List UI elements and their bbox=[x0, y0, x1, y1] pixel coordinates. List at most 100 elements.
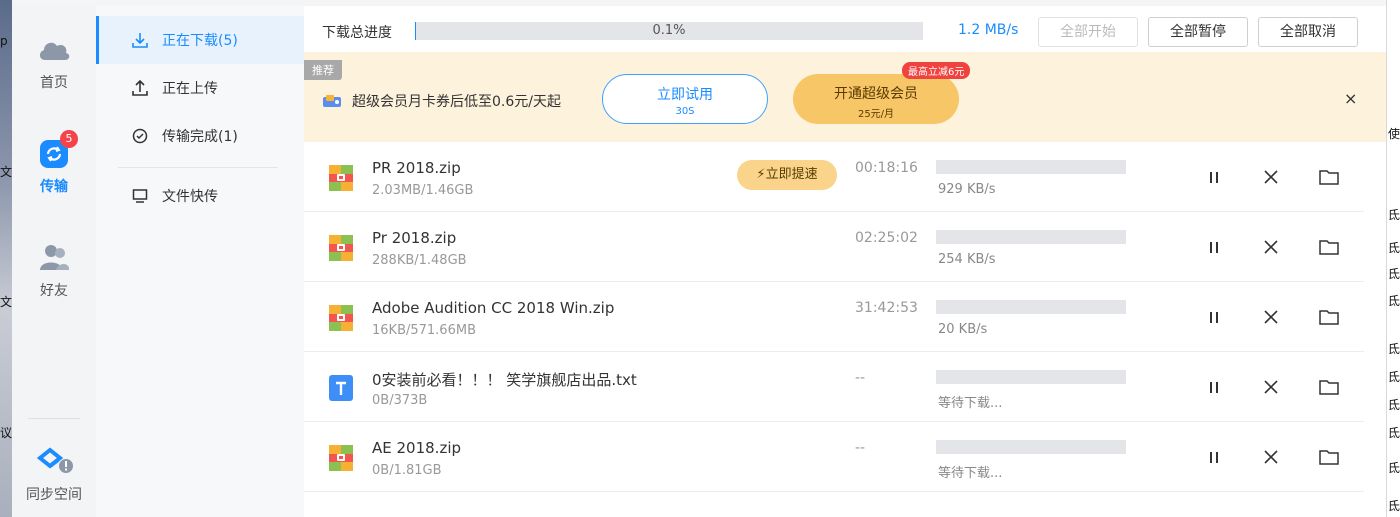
sync-space-icon bbox=[36, 446, 73, 478]
file-name: 0安装前必看！！！ 笑学旗舰店出品.txt bbox=[372, 371, 637, 389]
download-rate: 254 KB/s bbox=[938, 252, 996, 267]
zip-icon bbox=[328, 304, 354, 332]
subnav-downloading-label: 正在下载(5) bbox=[162, 33, 238, 49]
start-all-button[interactable]: 全部开始 bbox=[1038, 17, 1138, 47]
folder-icon[interactable] bbox=[1318, 236, 1340, 258]
row-progress-track bbox=[936, 440, 1126, 454]
nav-transfer[interactable]: 5 传输 bbox=[12, 130, 96, 196]
download-content: 下载总进度 0.1% 1.2 MB/s 全部开始 全部暂停 全部取消 推荐 超级… bbox=[304, 6, 1386, 517]
pause-icon[interactable] bbox=[1203, 236, 1225, 258]
promo-text: 超级会员月卡券后低至0.6元/天起 bbox=[352, 94, 561, 110]
boost-button[interactable]: ⚡立即提速 bbox=[737, 160, 837, 190]
coupon-icon bbox=[323, 95, 341, 107]
desktop-right-glyph-1: 氐 bbox=[1388, 208, 1400, 222]
cloud-icon bbox=[36, 34, 72, 66]
overall-progress-text: 0.1% bbox=[652, 23, 686, 38]
file-size: 288KB/1.48GB bbox=[372, 253, 467, 268]
row-progress-track bbox=[936, 230, 1126, 244]
vip-label: 开通超级会员 bbox=[834, 86, 918, 102]
main-nav: 首页 5 传输 好友 同步空间 bbox=[12, 6, 96, 517]
zip-icon bbox=[328, 234, 354, 262]
overall-progress-track: 0.1% bbox=[415, 22, 923, 40]
lightning-icon: ⚡ bbox=[756, 167, 766, 182]
overall-progress-bar: 下载总进度 0.1% 1.2 MB/s 全部开始 全部暂停 全部取消 bbox=[304, 6, 1386, 52]
boost-label: 立即提速 bbox=[765, 167, 818, 182]
time-remaining: 02:25:02 bbox=[855, 230, 918, 246]
desktop-right-glyph-10: 氐 bbox=[1388, 499, 1400, 513]
transfer-badge: 5 bbox=[60, 130, 78, 148]
download-row[interactable]: AE 2018.zip 0B/1.81GB -- 等待下载... bbox=[304, 422, 1364, 492]
desktop-right-glyph-6: 氐 bbox=[1388, 370, 1400, 384]
file-size: 2.03MB/1.46GB bbox=[372, 183, 474, 198]
pause-all-button[interactable]: 全部暂停 bbox=[1148, 17, 1248, 47]
download-rate: 等待下载... bbox=[938, 396, 1003, 411]
nav-friends-label: 好友 bbox=[40, 283, 68, 299]
trial-sub: 30S bbox=[675, 106, 695, 117]
row-progress-track bbox=[936, 370, 1126, 384]
download-rate: 20 KB/s bbox=[938, 322, 988, 337]
desktop-left-edge: p文文议 bbox=[0, 0, 12, 517]
pause-icon[interactable] bbox=[1203, 446, 1225, 468]
close-icon[interactable] bbox=[1260, 306, 1282, 328]
pause-icon[interactable] bbox=[1203, 166, 1225, 188]
download-row[interactable]: Adobe Audition CC 2018 Win.zip 16KB/571.6… bbox=[304, 282, 1364, 352]
file-size: 16KB/571.66MB bbox=[372, 323, 476, 338]
nav-transfer-label: 传输 bbox=[40, 179, 68, 195]
promo-text-wrap: 超级会员月卡券后低至0.6元/天起 bbox=[322, 91, 561, 111]
desktop-left-glyph-0: p bbox=[0, 34, 8, 48]
vip-sub: 25元/月 bbox=[857, 109, 895, 120]
desktop-right-edge: 使氐氐氐氐氐氐氐氐氐氐 bbox=[1386, 0, 1400, 517]
download-row[interactable]: Pr 2018.zip 288KB/1.48GB 02:25:02 254 KB/s bbox=[304, 212, 1364, 282]
subnav-completed-label: 传输完成(1) bbox=[162, 129, 238, 145]
trial-label: 立即试用 bbox=[657, 87, 713, 103]
desktop-right-glyph-8: 氐 bbox=[1388, 426, 1400, 440]
app-window: 首页 5 传输 好友 同步空间 正在下载(5) 正在上传 传输完成(1) 文件快… bbox=[12, 0, 1386, 517]
close-icon[interactable] bbox=[1260, 376, 1282, 398]
transfer-icon: 5 bbox=[36, 130, 78, 170]
promo-banner: 推荐 超级会员月卡券后低至0.6元/天起 立即试用 30S 开通超级会员 25元… bbox=[304, 52, 1386, 142]
pause-icon[interactable] bbox=[1203, 306, 1225, 328]
close-icon[interactable] bbox=[1260, 166, 1282, 188]
download-row[interactable]: 0安装前必看！！！ 笑学旗舰店出品.txt 0B/373B -- 等待下载... bbox=[304, 352, 1364, 422]
file-name: Pr 2018.zip bbox=[372, 229, 457, 247]
file-size: 0B/373B bbox=[372, 393, 428, 408]
close-icon[interactable] bbox=[1260, 236, 1282, 258]
folder-icon[interactable] bbox=[1318, 166, 1340, 188]
subnav-downloading[interactable]: 正在下载(5) bbox=[96, 16, 304, 64]
desktop-left-glyph-3: 议 bbox=[0, 426, 12, 440]
pause-icon[interactable] bbox=[1203, 376, 1225, 398]
row-progress-track bbox=[936, 160, 1126, 174]
desktop-right-glyph-9: 氐 bbox=[1388, 461, 1400, 475]
subnav-uploading[interactable]: 正在上传 bbox=[96, 64, 304, 112]
trial-button[interactable]: 立即试用 30S bbox=[602, 74, 768, 124]
open-vip-button[interactable]: 开通超级会员 25元/月 bbox=[793, 74, 959, 124]
subnav-quick-transfer[interactable]: 文件快传 bbox=[96, 172, 304, 220]
folder-icon[interactable] bbox=[1318, 376, 1340, 398]
time-remaining: -- bbox=[855, 440, 866, 456]
promo-tag: 推荐 bbox=[304, 60, 342, 80]
close-icon[interactable] bbox=[1260, 446, 1282, 468]
folder-icon[interactable] bbox=[1318, 306, 1340, 328]
close-icon[interactable]: × bbox=[1344, 89, 1357, 108]
file-size: 0B/1.81GB bbox=[372, 463, 442, 478]
nav-home-label: 首页 bbox=[40, 75, 68, 91]
nav-sync[interactable]: 同步空间 bbox=[12, 446, 96, 504]
download-row[interactable]: PR 2018.zip 2.03MB/1.46GB ⚡立即提速 00:18:16 929… bbox=[304, 142, 1364, 212]
desktop-right-glyph-4: 氐 bbox=[1388, 294, 1400, 308]
subnav-completed[interactable]: 传输完成(1) bbox=[96, 112, 304, 160]
upload-icon bbox=[132, 80, 148, 96]
cancel-all-button[interactable]: 全部取消 bbox=[1258, 17, 1358, 47]
folder-icon[interactable] bbox=[1318, 446, 1340, 468]
file-name: PR 2018.zip bbox=[372, 159, 461, 177]
desktop-right-glyph-3: 氐 bbox=[1388, 267, 1400, 281]
transfer-subnav: 正在下载(5) 正在上传 传输完成(1) 文件快传 bbox=[96, 6, 304, 517]
desktop-right-glyph-7: 氐 bbox=[1388, 398, 1400, 412]
desktop-right-glyph-2: 氐 bbox=[1388, 241, 1400, 255]
vip-discount-badge: 最高立减6元 bbox=[902, 62, 971, 79]
subnav-quick-transfer-label: 文件快传 bbox=[162, 189, 218, 205]
nav-friends[interactable]: 好友 bbox=[12, 242, 96, 300]
nav-home[interactable]: 首页 bbox=[12, 34, 96, 92]
subnav-uploading-label: 正在上传 bbox=[162, 81, 218, 97]
friends-icon bbox=[36, 242, 72, 274]
zip-icon bbox=[328, 444, 354, 472]
